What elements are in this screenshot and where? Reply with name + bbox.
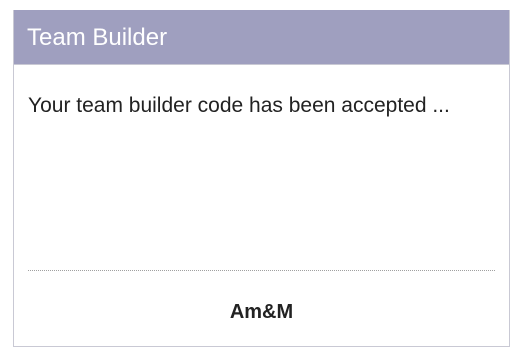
panel-title: Team Builder — [14, 10, 509, 65]
panel-message: Your team builder code has been accepted… — [28, 94, 450, 117]
team-builder-panel: Team Builder Your team builder code has … — [13, 10, 510, 347]
panel-footer-label: Am&M — [229, 301, 294, 323]
